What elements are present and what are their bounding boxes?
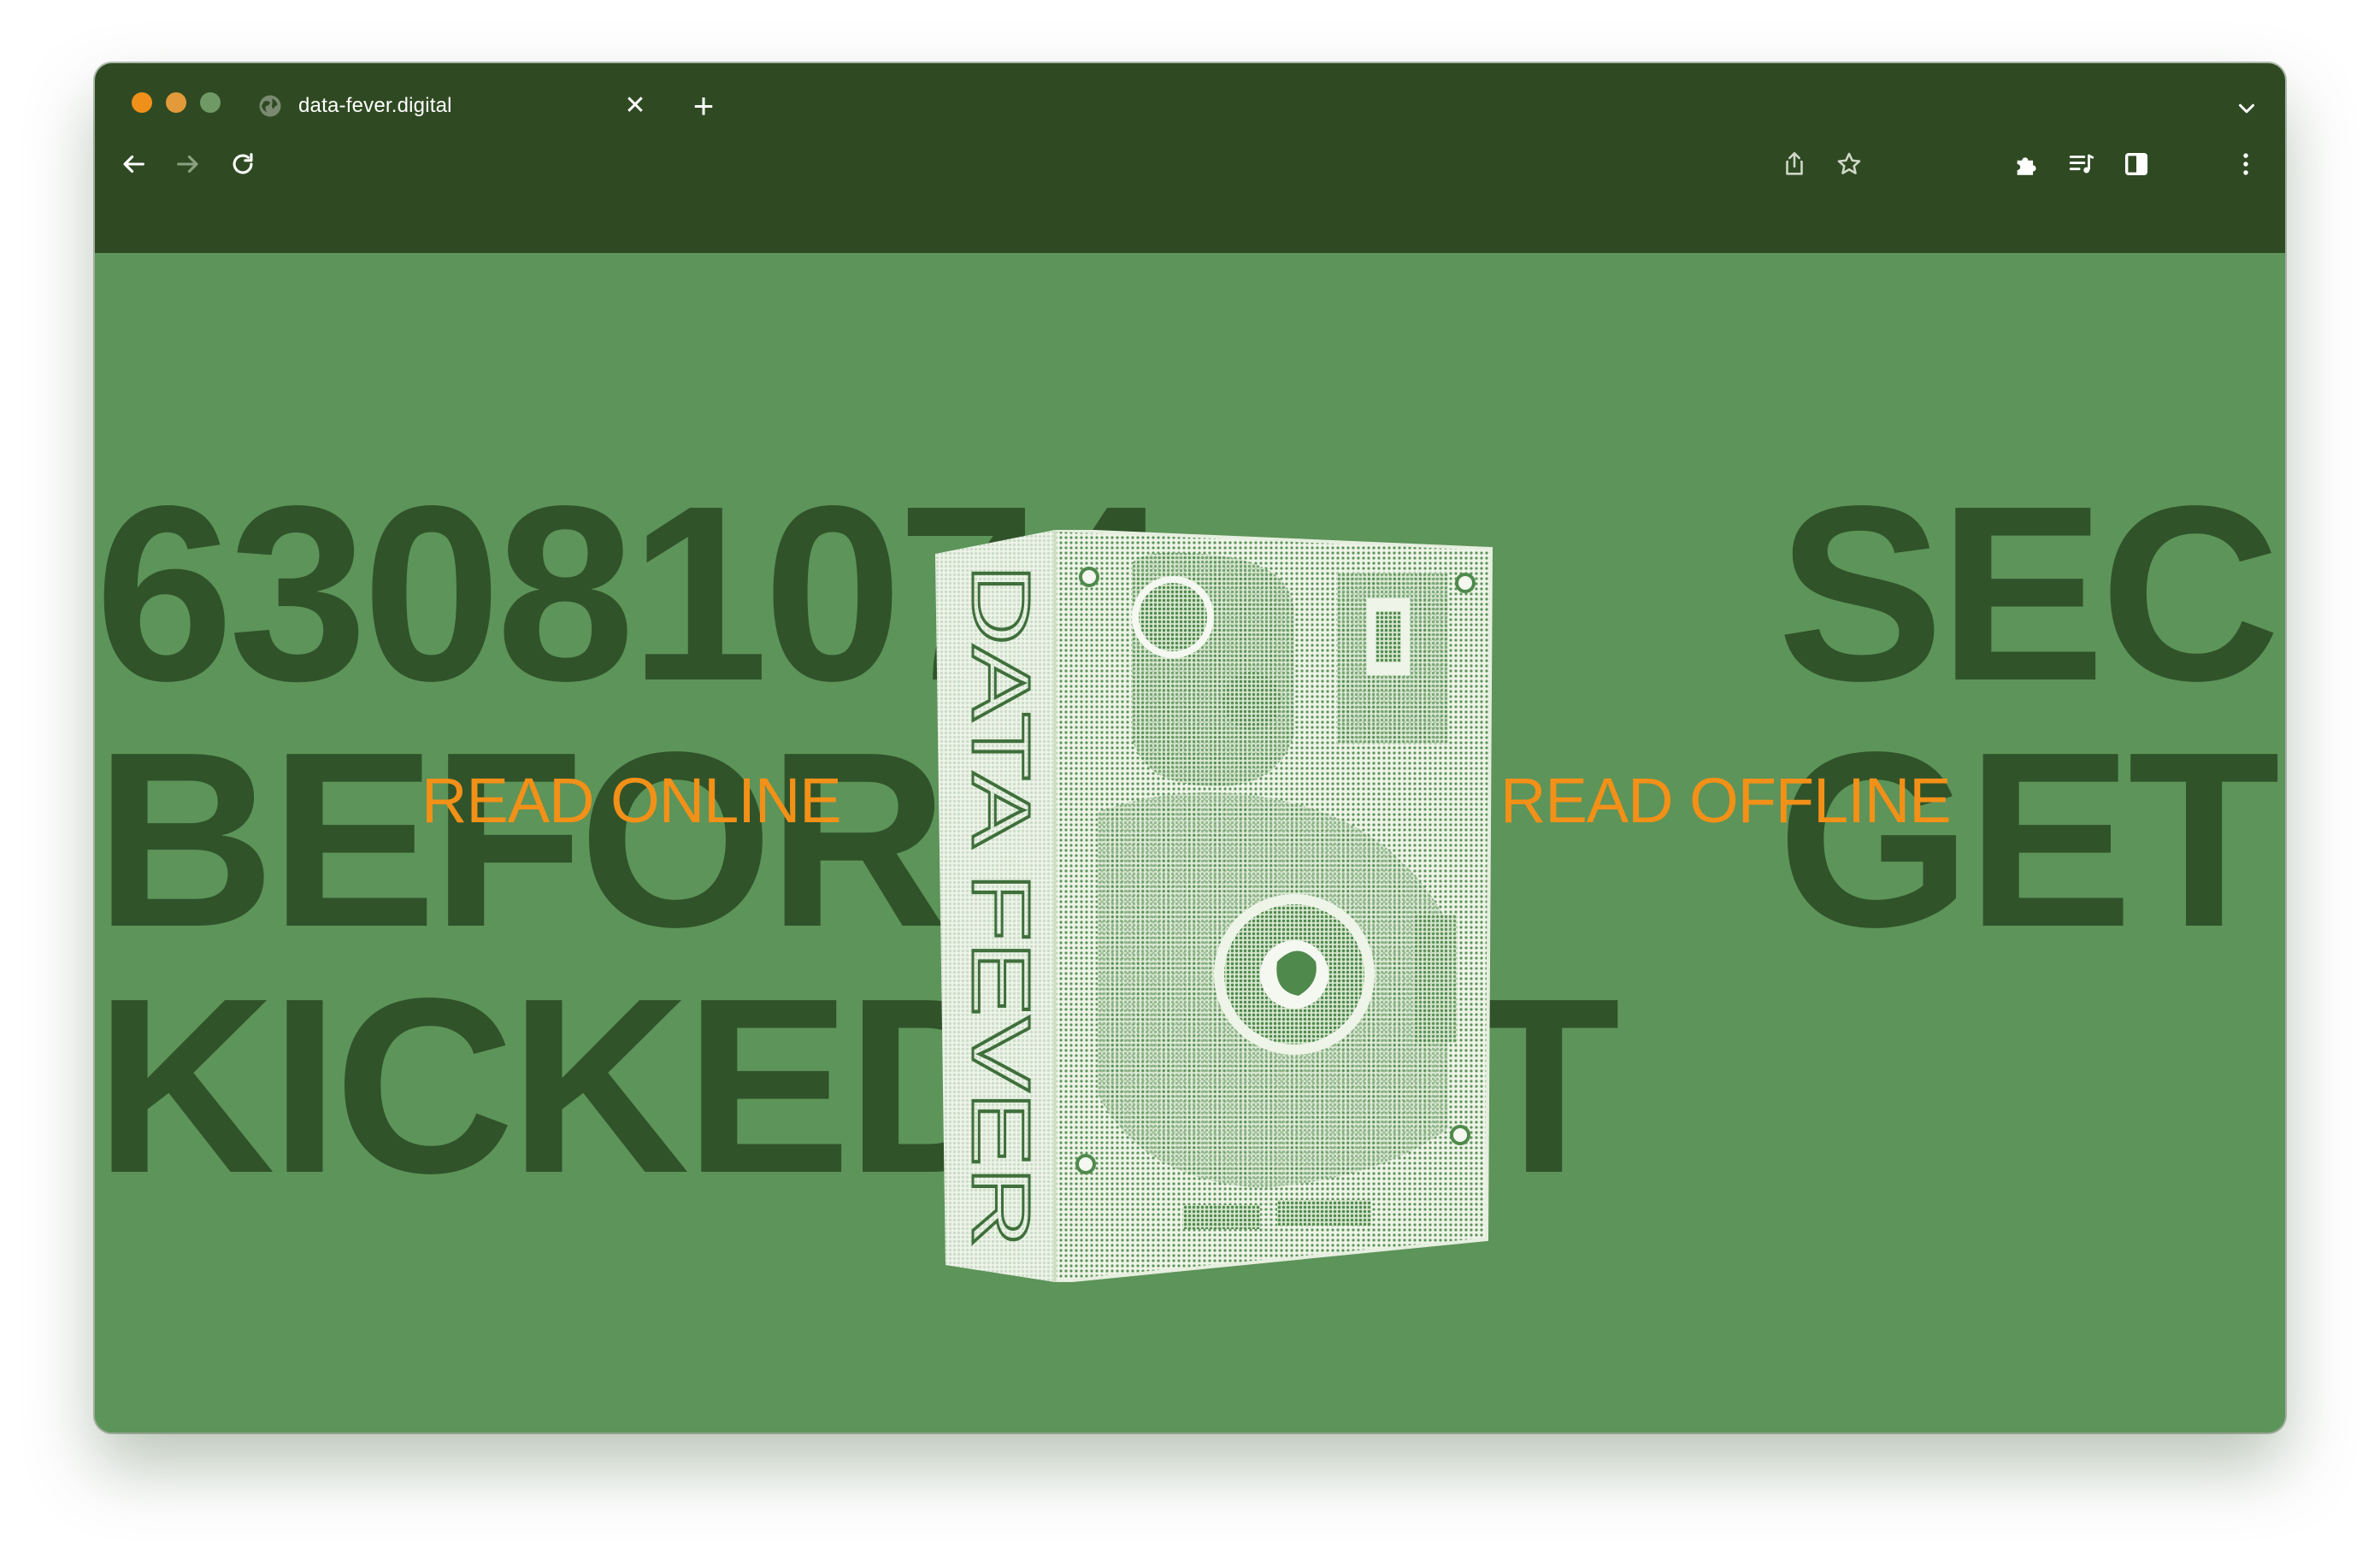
hard-drive-book-image: DATA FEVER (935, 530, 1493, 1282)
page-content: 63081074 SEC BEFORE I GET KICKED OUT (95, 253, 2285, 1433)
browser-chrome: data-fever.digital ✕ + (95, 63, 2285, 253)
reload-button[interactable] (224, 145, 262, 183)
read-online-link[interactable]: READ ONLINE (421, 764, 842, 837)
headline-unit: SEC (1777, 454, 2280, 732)
back-button[interactable] (115, 145, 152, 183)
browser-window: data-fever.digital ✕ + 63081074 SEC BEFO… (95, 63, 2285, 1433)
extensions-button[interactable] (2008, 145, 2046, 183)
share-button[interactable] (1776, 145, 1813, 183)
share-icon (1786, 151, 1803, 175)
minimize-window-button[interactable] (166, 92, 186, 113)
side-panel-button[interactable] (2118, 145, 2155, 183)
extensions-puzzle-icon (2017, 157, 2036, 175)
media-queue-icon (2069, 154, 2094, 174)
reload-icon (233, 153, 253, 174)
tab-title: data-fever.digital (298, 94, 452, 117)
read-offline-link[interactable]: READ OFFLINE (1500, 764, 1952, 837)
headline-line-kicked: KICKED (95, 946, 1026, 1225)
close-window-button[interactable] (132, 92, 152, 113)
browser-tab[interactable]: data-fever.digital (257, 82, 452, 130)
star-icon (1837, 152, 1861, 174)
more-vert-icon (2243, 153, 2248, 175)
bookmark-button[interactable] (1830, 145, 1868, 183)
forward-button[interactable] (169, 145, 207, 183)
new-tab-button[interactable]: + (685, 87, 722, 125)
product-spine-text: DATA FEVER (955, 564, 1046, 1248)
zoom-window-button[interactable] (200, 92, 221, 113)
chevron-down-icon[interactable] (2234, 96, 2259, 121)
browser-menu-button[interactable] (2227, 145, 2265, 183)
close-icon[interactable]: ✕ (618, 89, 652, 123)
back-arrow-icon (123, 155, 144, 174)
headline-line-get: GET (1777, 700, 2280, 979)
media-queue-button[interactable] (2063, 145, 2100, 183)
side-panel-icon (2124, 152, 2148, 176)
forward-arrow-icon (177, 155, 198, 174)
globe-icon (259, 95, 281, 117)
